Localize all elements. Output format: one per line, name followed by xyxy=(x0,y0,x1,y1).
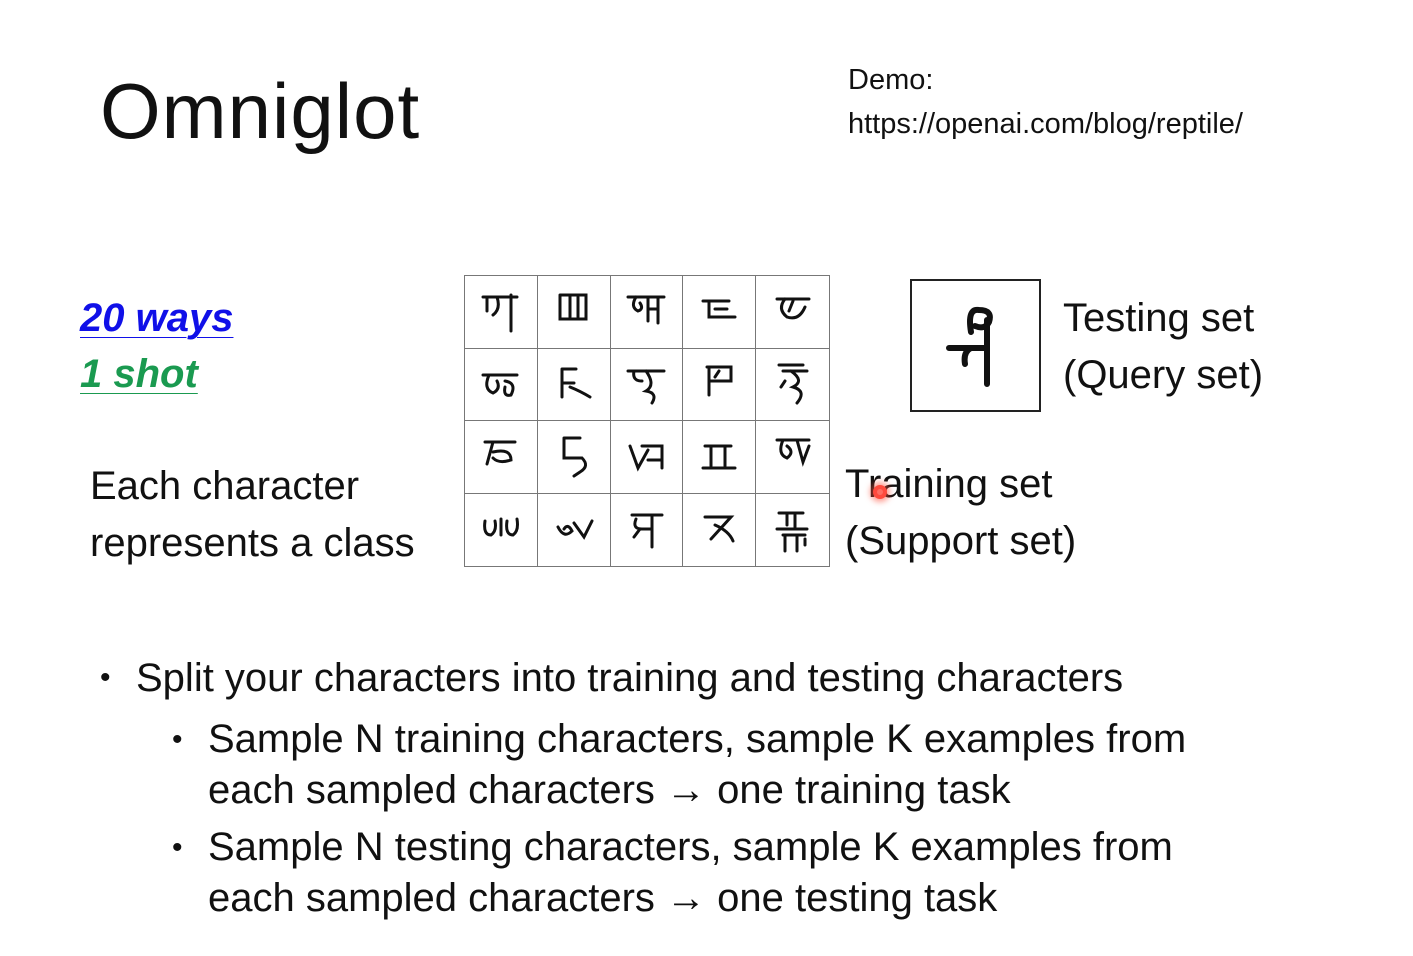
handwritten-character-icon xyxy=(630,513,664,549)
testing-set-line1: Testing set xyxy=(1063,296,1255,340)
bullet-text: Split your characters into training and … xyxy=(136,656,1124,700)
handwritten-character-icon xyxy=(703,515,735,543)
handwritten-character-icon xyxy=(481,373,519,398)
demo-reference: Demo: https://openai.com/blog/reptile/ xyxy=(848,58,1243,146)
testing-set-label: Testing set (Query set) xyxy=(1063,290,1263,404)
demo-link[interactable]: https://openai.com/blog/reptile/ xyxy=(848,102,1243,146)
handwritten-character-icon xyxy=(483,440,517,466)
handwritten-character-icon xyxy=(556,519,594,540)
character-cell xyxy=(610,276,684,349)
slide-title: Omniglot xyxy=(100,67,421,155)
class-note-line1: Each character xyxy=(90,464,360,508)
handwritten-character-icon xyxy=(481,293,519,333)
handwritten-character-icon xyxy=(775,297,811,320)
handwritten-character-icon xyxy=(560,367,592,399)
character-cell xyxy=(465,421,538,494)
handwritten-character-icon xyxy=(701,444,737,470)
character-cell xyxy=(610,421,684,494)
sub-bullet-item: • Sample N testing characters, sample K … xyxy=(100,822,1400,924)
handwritten-character-icon xyxy=(775,511,809,553)
handwritten-character-icon xyxy=(945,306,993,387)
sub-bullet-item: • Sample N training characters, sample K… xyxy=(100,714,1400,816)
handwritten-character-icon xyxy=(705,365,733,397)
shot-label: 1 shot xyxy=(80,352,198,396)
handwritten-character-icon xyxy=(558,293,588,321)
character-cell xyxy=(683,276,757,349)
character-cell xyxy=(756,494,829,567)
training-set-line2: (Support set) xyxy=(845,519,1077,563)
sub-bullet-line: Sample N training characters, sample K e… xyxy=(208,717,1187,761)
character-cell xyxy=(537,348,611,421)
character-cell xyxy=(756,421,829,494)
character-cell xyxy=(465,493,538,566)
character-cell xyxy=(538,493,611,566)
character-cell xyxy=(465,348,538,421)
sub-bullet-line: each sampled characters → one testing ta… xyxy=(208,876,998,920)
handwritten-character-icon xyxy=(483,517,519,537)
class-note-line2: represents a class xyxy=(90,521,415,565)
character-cell xyxy=(465,276,538,349)
character-cell xyxy=(683,493,757,566)
handwritten-character-icon xyxy=(562,436,587,478)
bullet-dot: • xyxy=(172,831,183,864)
bullet-dot: • xyxy=(100,661,111,694)
handwritten-character-icon xyxy=(626,295,666,325)
handwritten-character-icon xyxy=(626,369,666,405)
demo-label: Demo: xyxy=(848,64,934,96)
character-cell xyxy=(756,276,829,349)
character-cell xyxy=(756,349,829,421)
sub-bullet-line: Sample N testing characters, sample K ex… xyxy=(208,825,1173,869)
character-cell xyxy=(610,348,684,421)
character-cell xyxy=(537,421,611,494)
laser-pointer-icon xyxy=(873,485,887,499)
character-cell xyxy=(683,348,757,421)
query-character-box xyxy=(910,279,1041,412)
ways-label: 20 ways xyxy=(80,296,234,340)
character-cell xyxy=(537,276,611,349)
testing-set-line2: (Query set) xyxy=(1063,353,1264,397)
bullet-dot: • xyxy=(172,723,183,756)
handwritten-character-icon xyxy=(775,438,811,467)
handwritten-character-icon xyxy=(701,299,737,319)
handwritten-character-icon xyxy=(777,363,809,405)
character-cell xyxy=(611,493,684,566)
handwritten-character-icon xyxy=(628,444,664,472)
support-set-grid xyxy=(464,275,830,567)
bullet-list: • Split your characters into training an… xyxy=(100,648,1400,924)
bullet-item: • Split your characters into training an… xyxy=(100,648,1400,708)
training-set-label: Training set (Support set) xyxy=(845,456,1076,570)
class-note: Each character represents a class xyxy=(90,458,415,572)
character-cell xyxy=(683,421,757,494)
sub-bullet-line: each sampled characters → one training t… xyxy=(208,768,1011,812)
